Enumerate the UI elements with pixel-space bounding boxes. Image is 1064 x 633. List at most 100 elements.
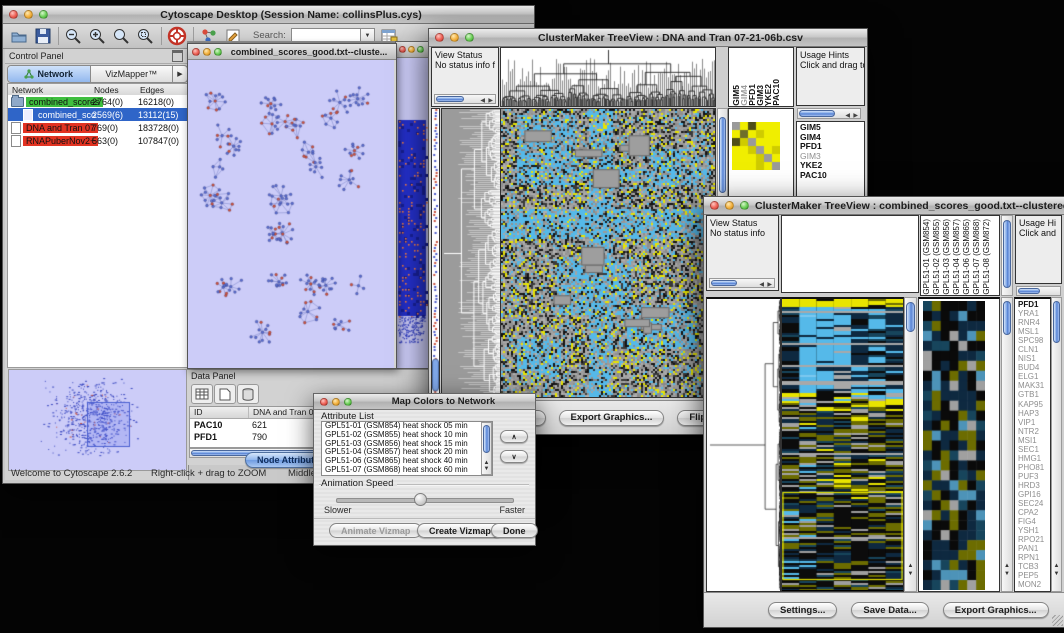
- float-panel-icon[interactable]: [172, 50, 183, 62]
- gene-label[interactable]: KAP95: [1016, 400, 1049, 409]
- scrollbar-thumb[interactable]: [906, 302, 915, 332]
- minimize-icon[interactable]: [24, 10, 33, 19]
- tv2-row-dendrogram-canvas[interactable]: [707, 299, 780, 590]
- network-list-row[interactable]: DNA and Tran 07 769(0) 183728(0): [8, 121, 187, 134]
- minimize-icon[interactable]: [332, 398, 340, 406]
- tab-overflow-arrow[interactable]: ▶: [172, 66, 187, 82]
- gene-label[interactable]: MSI1: [1016, 436, 1049, 445]
- move-down-button[interactable]: ∨: [500, 450, 528, 463]
- gene-label[interactable]: NTR2: [1016, 427, 1049, 436]
- view-status-scrollbar[interactable]: ◀ ▶: [709, 278, 775, 288]
- gene-label[interactable]: SPC98: [1016, 336, 1049, 345]
- new-attribute-icon-button[interactable]: [214, 384, 236, 404]
- gene-label[interactable]: PUF3: [1016, 472, 1049, 481]
- open-file-button[interactable]: [9, 26, 29, 46]
- zoom-window-icon[interactable]: [465, 33, 474, 42]
- close-icon[interactable]: [320, 398, 328, 406]
- treeview-button[interactable]: Save Data...: [851, 602, 928, 618]
- gene-label[interactable]: HRD3: [1016, 481, 1049, 490]
- attribute-list-item[interactable]: GPL51-07 (GSM868) heat shock 60 min: [322, 466, 492, 475]
- scrollbar-thumb[interactable]: [711, 280, 737, 286]
- scrollbar-thumb[interactable]: [1018, 288, 1040, 294]
- gene-label[interactable]: HMG1: [1016, 454, 1049, 463]
- resize-grip[interactable]: [1052, 615, 1063, 626]
- column-header-nodes[interactable]: Nodes: [94, 85, 119, 95]
- network-list-row[interactable]: RNAPuberNov2+ 563(0) 107847(0): [8, 134, 187, 147]
- scrollbar-thumb[interactable]: [483, 425, 490, 453]
- network-list-row[interactable]: combined_scores 2764(0) 16218(0): [8, 95, 187, 108]
- minimize-icon[interactable]: [203, 48, 211, 56]
- column-header-edges[interactable]: Edges: [140, 85, 164, 95]
- minimize-icon[interactable]: [450, 33, 459, 42]
- tv1-row-dendrogram-canvas[interactable]: [442, 109, 500, 397]
- gene-label[interactable]: HAP3: [1016, 409, 1049, 418]
- save-button[interactable]: [33, 26, 53, 46]
- zoom-out-icon[interactable]: [63, 26, 83, 46]
- gene-label[interactable]: RPO21: [1016, 535, 1049, 544]
- zoom-window-icon[interactable]: [344, 398, 352, 406]
- gene-label[interactable]: BUD4: [1016, 363, 1049, 372]
- close-icon[interactable]: [435, 33, 444, 42]
- animate-vizmap-button[interactable]: Animate Vizmap: [329, 523, 422, 538]
- zoom-window-icon[interactable]: [214, 48, 222, 56]
- tv1-column-dendrogram-canvas[interactable]: [501, 48, 715, 106]
- tv2-zoom-heatmap-canvas[interactable]: [923, 301, 985, 590]
- delete-attribute-trash-icon[interactable]: [237, 384, 259, 404]
- move-up-button[interactable]: ∧: [500, 430, 528, 443]
- scrollbar-thumb[interactable]: [1053, 301, 1060, 343]
- network-list-row[interactable]: combined_sco 2569(6) 13112(15): [8, 108, 187, 121]
- close-icon[interactable]: [192, 48, 200, 56]
- tv2-hints-h-scrollbar[interactable]: [1016, 286, 1061, 296]
- gene-label[interactable]: MAK31: [1016, 381, 1049, 390]
- tv2-genes-v-scrollbar[interactable]: ▲▼: [1051, 297, 1062, 592]
- table-header-id[interactable]: ID: [190, 407, 249, 418]
- minimize-icon[interactable]: [725, 201, 734, 210]
- minimize-icon[interactable]: [408, 46, 415, 53]
- gene-label[interactable]: ELG1: [1016, 372, 1049, 381]
- dialog-title-bar[interactable]: Map Colors to Network: [314, 394, 535, 410]
- zoom-selected-icon[interactable]: [135, 26, 155, 46]
- network-overview-thumbnail[interactable]: [9, 370, 184, 468]
- close-icon[interactable]: [710, 201, 719, 210]
- main-title-bar[interactable]: Cytoscape Desktop (Session Name: collins…: [3, 6, 534, 24]
- gene-label[interactable]: FIG4: [1016, 517, 1049, 526]
- tv2-heat-v-scrollbar[interactable]: ▲▼: [904, 297, 917, 592]
- help-lifebuoy-icon[interactable]: [167, 26, 187, 46]
- zoom-window-icon[interactable]: [417, 46, 424, 53]
- zoom-fit-icon[interactable]: [111, 26, 131, 46]
- gene-label[interactable]: CPA2: [1016, 508, 1049, 517]
- tv2-heatmap-canvas[interactable]: [782, 299, 903, 590]
- tv2-labels-scrollbar[interactable]: [1001, 215, 1013, 296]
- gene-label[interactable]: RPN1: [1016, 553, 1049, 562]
- gene-label[interactable]: RNR4: [1016, 318, 1049, 327]
- close-icon[interactable]: [399, 46, 406, 53]
- zoom-in-icon[interactable]: [87, 26, 107, 46]
- scrollbar-thumb[interactable]: [436, 96, 464, 102]
- gene-label[interactable]: VIP1: [1016, 418, 1049, 427]
- treeview2-title-bar[interactable]: ClusterMaker TreeView : combined_scores_…: [704, 197, 1064, 215]
- attribute-list-scrollbar[interactable]: ▲▼: [481, 422, 492, 475]
- view-status-scrollbar[interactable]: ◀ ▶: [434, 94, 496, 104]
- gene-label[interactable]: MSL1: [1016, 327, 1049, 336]
- tv1-mini-heatmap-canvas[interactable]: [732, 122, 780, 170]
- treeview1-title-bar[interactable]: ClusterMaker TreeView : DNA and Tran 07-…: [429, 29, 867, 47]
- gene-label[interactable]: YRA1: [1016, 309, 1049, 318]
- gene-label[interactable]: PAN1: [1016, 544, 1049, 553]
- network-view-canvas[interactable]: [188, 60, 394, 368]
- scrollbar-thumb[interactable]: [799, 110, 835, 117]
- treeview-button[interactable]: Export Graphics...: [559, 410, 665, 426]
- gene-label[interactable]: YSH1: [1016, 526, 1049, 535]
- gene-label[interactable]: PAC10: [798, 171, 863, 181]
- zoom-window-icon[interactable]: [740, 201, 749, 210]
- gene-label[interactable]: PEP5: [1016, 571, 1049, 580]
- scrollbar-thumb[interactable]: [719, 117, 726, 193]
- column-header-network[interactable]: Network: [8, 85, 43, 95]
- gene-label[interactable]: TCB3: [1016, 562, 1049, 571]
- gene-label[interactable]: SEC24: [1016, 499, 1049, 508]
- animation-slider-thumb[interactable]: [414, 493, 427, 506]
- gene-label[interactable]: PFD1: [1016, 300, 1049, 309]
- scrollbar-thumb[interactable]: [1003, 301, 1011, 335]
- gene-label[interactable]: GPI16: [1016, 490, 1049, 499]
- tv1-heatmap-canvas[interactable]: [501, 109, 715, 397]
- zoom-window-icon[interactable]: [39, 10, 48, 19]
